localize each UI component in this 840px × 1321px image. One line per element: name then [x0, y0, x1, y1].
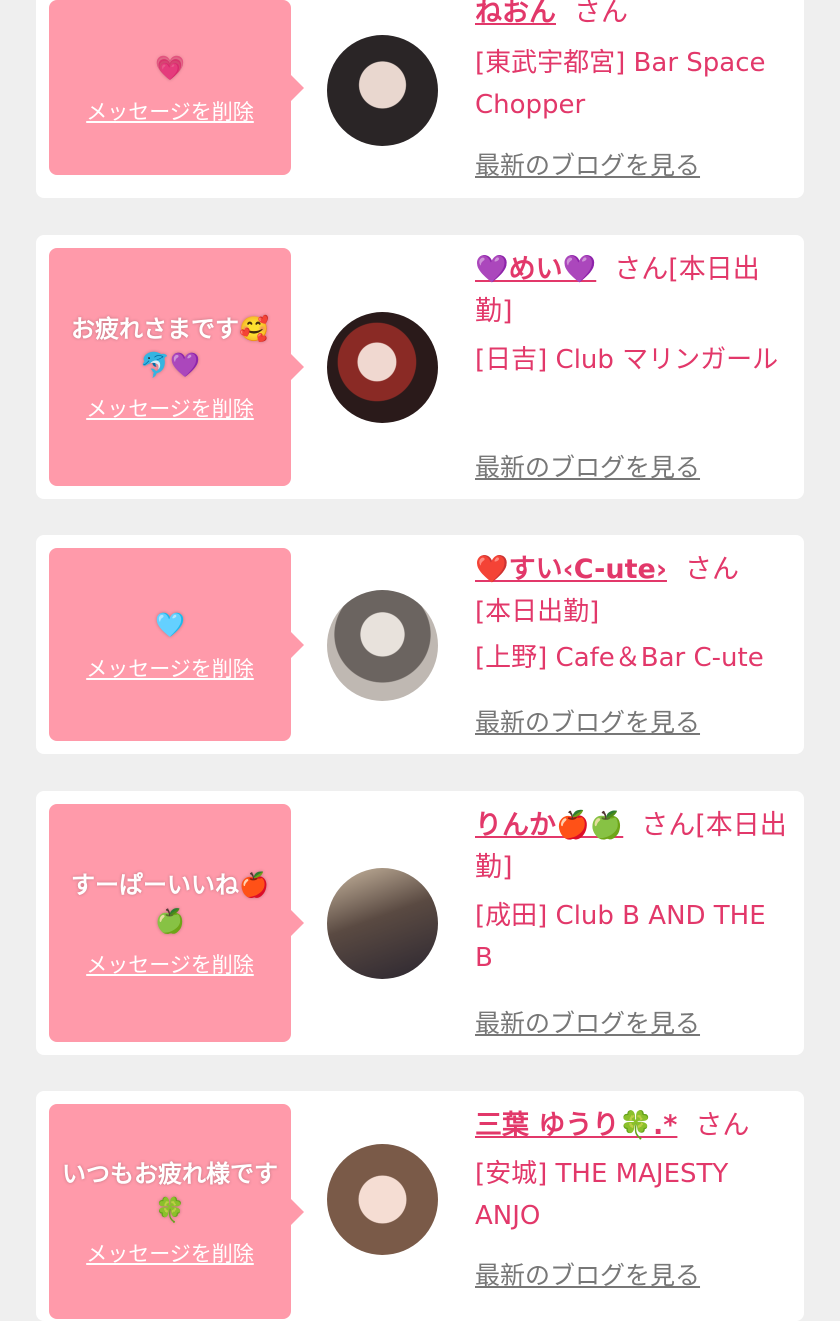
delete-message-link[interactable]: メッセージを削除	[86, 653, 254, 683]
cast-name-link[interactable]: 三葉 ゆうり🍀.*	[475, 1110, 677, 1141]
avatar[interactable]	[327, 312, 438, 423]
status-label: [本日出勤]	[475, 597, 600, 627]
delete-message-link[interactable]: メッセージを削除	[86, 949, 254, 979]
name-suffix: さん	[684, 554, 739, 585]
profile-info: ❤️すい‹C-ute› さん [本日出勤] [上野] Cafe＆Bar C-ute…	[475, 535, 787, 754]
message-list: 💗 メッセージを削除 ねおん さん [東武宇都宮] Bar Space Chopp…	[0, 0, 840, 1321]
profile-info: ねおん さん [東武宇都宮] Bar Space Chopper 最新のブログを見…	[475, 0, 787, 198]
message-bubble: いつもお疲れ様です🍀 メッセージを削除	[49, 1104, 304, 1319]
avatar[interactable]	[327, 1144, 438, 1255]
name-suffix: さん	[574, 0, 628, 28]
message-bubble: お疲れさまです🥰🐬💜 メッセージを削除	[49, 248, 304, 486]
message-card: すーぱーいいね🍎🍏 メッセージを削除 りんか🍎🍏 さん[本日出勤] [成田] Cl…	[36, 791, 804, 1055]
message-text: 🩵	[155, 610, 185, 639]
latest-blog-link[interactable]: 最新のブログを見る	[475, 146, 700, 182]
message-card: いつもお疲れ様です🍀 メッセージを削除 三葉 ゆうり🍀.* さん [安城] THE…	[36, 1091, 804, 1321]
delete-message-link[interactable]: メッセージを削除	[86, 393, 254, 423]
latest-blog-link[interactable]: 最新のブログを見る	[475, 703, 700, 739]
name-suffix: さん	[695, 1110, 750, 1141]
message-card: 💗 メッセージを削除 ねおん さん [東武宇都宮] Bar Space Chopp…	[36, 0, 804, 198]
message-bubble: 💗 メッセージを削除	[49, 0, 304, 175]
cast-name-link[interactable]: 💜めい💜	[475, 254, 596, 285]
profile-info: 💜めい💜 さん[本日出勤] [日吉] Club マリンガール 最新のブログを見る	[475, 235, 787, 499]
message-bubble: すーぱーいいね🍎🍏 メッセージを削除	[49, 804, 304, 1042]
cast-name-link[interactable]: りんか🍎🍏	[475, 810, 623, 841]
avatar[interactable]	[327, 590, 438, 701]
latest-blog-link[interactable]: 最新のブログを見る	[475, 1004, 700, 1040]
latest-blog-link[interactable]: 最新のブログを見る	[475, 1256, 700, 1292]
delete-message-link[interactable]: メッセージを削除	[86, 96, 254, 126]
shop-name: [東武宇都宮] Bar Space Chopper	[475, 48, 766, 120]
avatar[interactable]	[327, 868, 438, 979]
message-text: すーぱーいいね🍎🍏	[71, 871, 269, 935]
message-card: 🩵 メッセージを削除 ❤️すい‹C-ute› さん [本日出勤] [上野] Caf…	[36, 535, 804, 754]
latest-blog-link[interactable]: 最新のブログを見る	[475, 448, 700, 484]
profile-info: りんか🍎🍏 さん[本日出勤] [成田] Club B AND THE B 最新のブ…	[475, 791, 787, 1055]
profile-info: 三葉 ゆうり🍀.* さん [安城] THE MAJESTY ANJO 最新のブログ…	[475, 1091, 787, 1321]
cast-name-link[interactable]: ❤️すい‹C-ute›	[475, 554, 667, 585]
message-bubble: 🩵 メッセージを削除	[49, 548, 304, 741]
shop-name: [上野] Cafe＆Bar C-ute	[475, 643, 764, 673]
shop-name: [日吉] Club マリンガール	[475, 345, 779, 375]
message-text: 💗	[155, 53, 185, 82]
cast-name-link[interactable]: ねおん	[475, 0, 556, 28]
message-card: お疲れさまです🥰🐬💜 メッセージを削除 💜めい💜 さん[本日出勤] [日吉] Cl…	[36, 235, 804, 499]
shop-name: [安城] THE MAJESTY ANJO	[475, 1159, 729, 1231]
message-text: お疲れさまです🥰🐬💜	[71, 315, 269, 379]
message-text: いつもお疲れ様です🍀	[62, 1159, 278, 1224]
delete-message-link[interactable]: メッセージを削除	[86, 1238, 254, 1268]
shop-name: [成田] Club B AND THE B	[475, 901, 766, 973]
avatar[interactable]	[327, 35, 438, 146]
